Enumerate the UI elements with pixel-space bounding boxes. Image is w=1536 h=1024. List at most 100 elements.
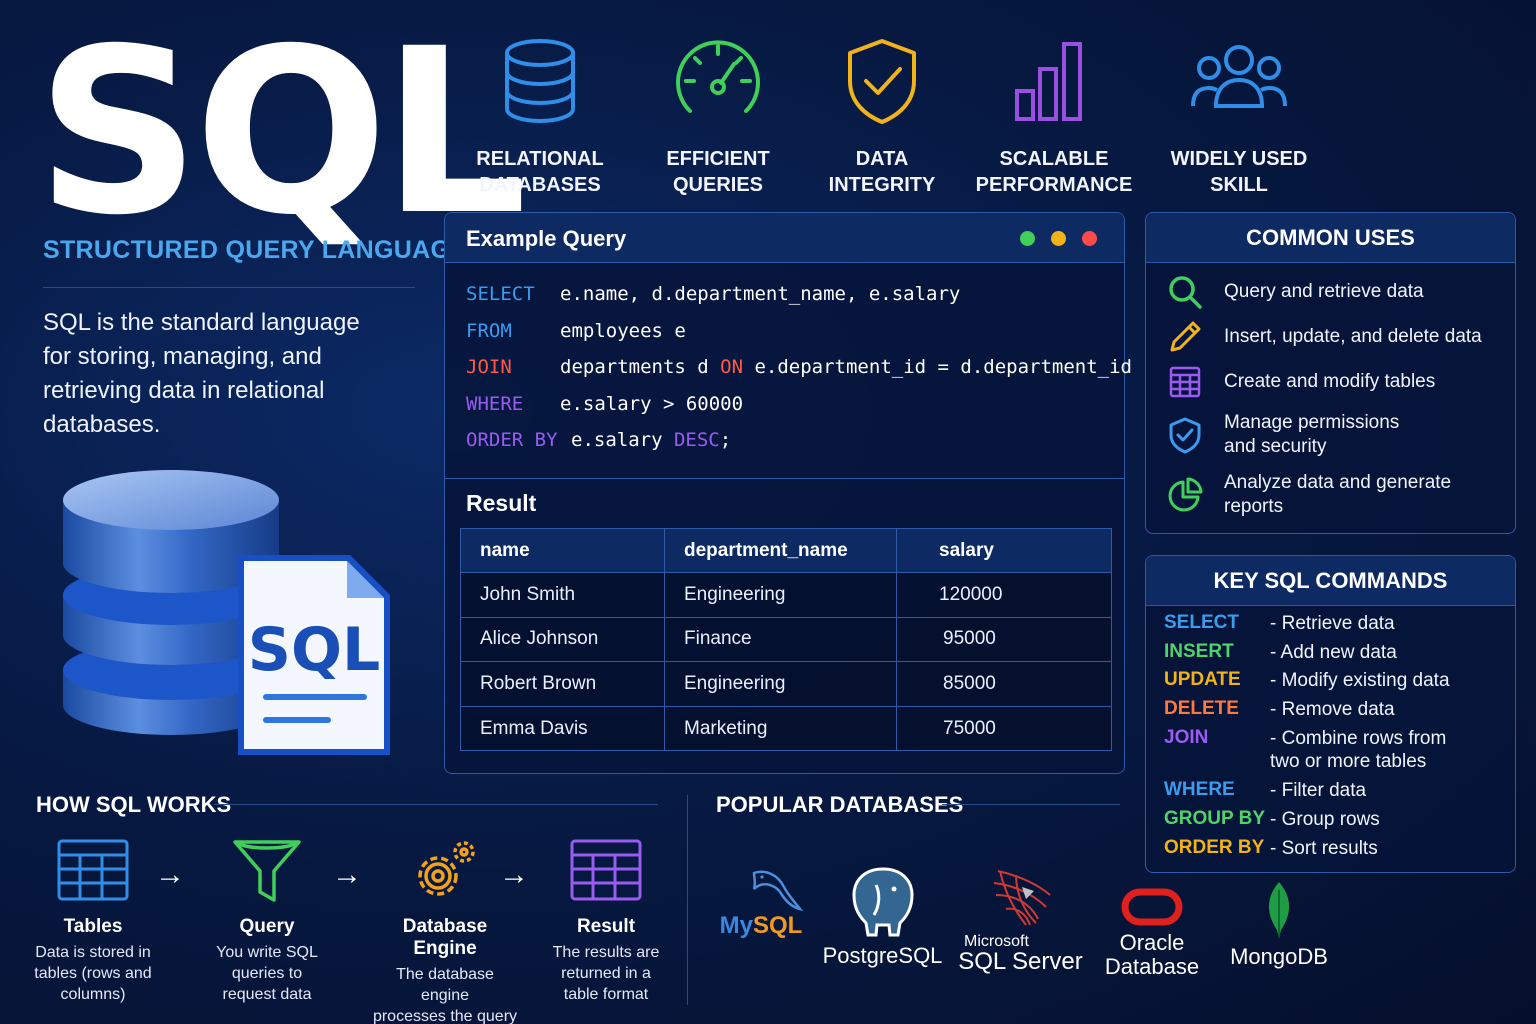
window-dot-red [1082,231,1097,246]
search-icon [1166,273,1204,311]
command-name: UPDATE [1164,669,1241,690]
table-cell: Marketing [664,705,897,752]
list-item: Query and retrieve data [1166,273,1424,311]
section-title: HOW SQL WORKS [36,792,232,817]
code-line: WHERE e.salary > 60000 [466,393,1132,430]
code-line: ORDER BY e.salary DESC; [466,429,1132,466]
list-item-label: Create and modify tables [1224,371,1436,392]
speedometer-icon [676,40,760,113]
table-row: Robert Brown Engineering 85000 [460,661,1112,707]
command-name: INSERT [1164,641,1234,662]
code-keyword: SELECT [466,283,535,305]
command-name: SELECT [1164,612,1239,633]
list-item: Analyze data and generate reports [1166,471,1451,519]
divider [43,287,415,288]
section-title: POPULAR DATABASES [716,792,964,817]
step-desc: The database engine processes the query [372,966,518,1024]
feature-label: DATA INTEGRITY [828,148,936,196]
code-keyword: ON [720,356,744,378]
database-icon [505,39,575,123]
list-item: Manage permissions and security [1166,411,1399,459]
divider [445,478,1124,479]
code-keyword: FROM [466,319,512,342]
users-icon [1191,45,1287,108]
description: SQL is the standard language for storing… [43,309,360,438]
table-cell: Engineering [664,661,897,707]
table-header-row: name department_name salary [460,528,1112,573]
table-icon [57,839,129,901]
step-name: Result [576,916,636,937]
command-item: ORDER BY - Sort results [1164,837,1378,860]
db-postgresql: PostgreSQL [820,865,945,968]
key-commands-panel: KEY SQL COMMANDS SELECT - Retrieve data I… [1145,555,1516,873]
step-desc: You write SQL queries to request data [216,944,318,1003]
table-row: Alice Johnson Finance 95000 [460,616,1112,663]
code-text: ; [719,429,732,451]
command-name: JOIN [1164,727,1209,748]
page-subtitle: STRUCTURED QUERY LANGUAGE [43,236,468,264]
pie-chart-icon [1166,476,1204,514]
query-title: Example Query [466,226,627,251]
step-desc: The results are returned in a table form… [552,944,660,1003]
command-item: SELECT - Retrieve data [1164,612,1395,635]
table-row: John Smith Engineering 120000 [460,572,1112,618]
db-name: SQL Server [958,948,1083,975]
sql-file-label: SQL [248,615,380,685]
code-text: e.department_id = d.department_id [743,356,1132,378]
step-database-engine: Database Engine The database engine proc… [370,838,520,1024]
db-sql-server: Microsoft SQL Server [958,865,1083,974]
window-dot-green [1020,231,1035,246]
list-item-label: Analyze data and generate reports [1224,472,1452,517]
common-uses-panel: COMMON USES Query and retrieve data Inse… [1145,212,1516,534]
step-query: Query You write SQL queries to request d… [192,838,342,1005]
example-query-panel: Example Query SELECT e.name, d.department… [444,212,1132,774]
table-cell: Emma Davis [460,705,665,752]
sql-file-icon: SQL [238,555,390,755]
feature-relational-databases: RELATIONAL DATABASES [455,36,625,198]
oracle-icon [1121,888,1183,926]
window-dot-yellow [1051,231,1066,246]
feature-widely-used-skill: WIDELY USED SKILL [1154,36,1324,198]
table-cell: Robert Brown [460,661,665,707]
code-line: JOIN departments d ON e.department_id = d… [466,356,1132,393]
command-item: WHERE - Filter data [1164,779,1366,802]
feature-label: EFFICIENT QUERIES [666,148,770,196]
list-item-label: Query and retrieve data [1224,281,1424,302]
feature-scalable-performance: SCALABLE PERFORMANCE [969,36,1139,198]
shield-check-icon [1166,416,1204,454]
code-line: FROM employees e [466,320,1132,357]
database-illustration: SQL [60,465,405,765]
table-cell: 120000 [896,572,1112,618]
feature-efficient-queries: EFFICIENT QUERIES [633,36,803,198]
arrow-icon: → [499,858,529,891]
command-desc: - Sort results [1270,838,1378,859]
feature-label: WIDELY USED SKILL [1170,148,1308,196]
code-text: employees e [560,319,686,342]
command-item: JOIN - Combine rows from two or more tabl… [1164,727,1446,773]
db-oracle: Oracle Database [1100,888,1204,979]
result-table-icon [570,839,642,901]
divider [214,804,658,805]
command-item: UPDATE - Modify existing data [1164,669,1450,692]
result-title: Result [466,490,537,516]
step-result: Result The results are returned in a tab… [531,838,681,1005]
column-header: salary [896,528,1112,573]
table-cell: 85000 [896,661,1112,707]
command-desc: - Retrieve data [1270,613,1395,634]
code-text: e.salary [571,429,674,451]
arrow-icon: → [155,858,185,891]
feature-label: SCALABLE PERFORMANCE [975,148,1133,196]
shield-check-icon [848,39,916,124]
list-item-label: Insert, update, and delete data [1224,326,1482,347]
result-table: name department_name salary John Smith E… [460,528,1112,752]
divider [942,804,1120,805]
command-desc: - Combine rows from two or more tables [1270,728,1447,772]
db-name: PostgreSQL [822,943,943,968]
command-name: DELETE [1164,698,1239,719]
code-keyword: JOIN [466,356,512,378]
step-name: Tables [63,916,123,937]
pencil-icon [1166,318,1204,356]
feature-label: RELATIONAL DATABASES [476,148,604,196]
table-cell: 75000 [896,705,1112,752]
table-cell: Engineering [664,572,897,618]
